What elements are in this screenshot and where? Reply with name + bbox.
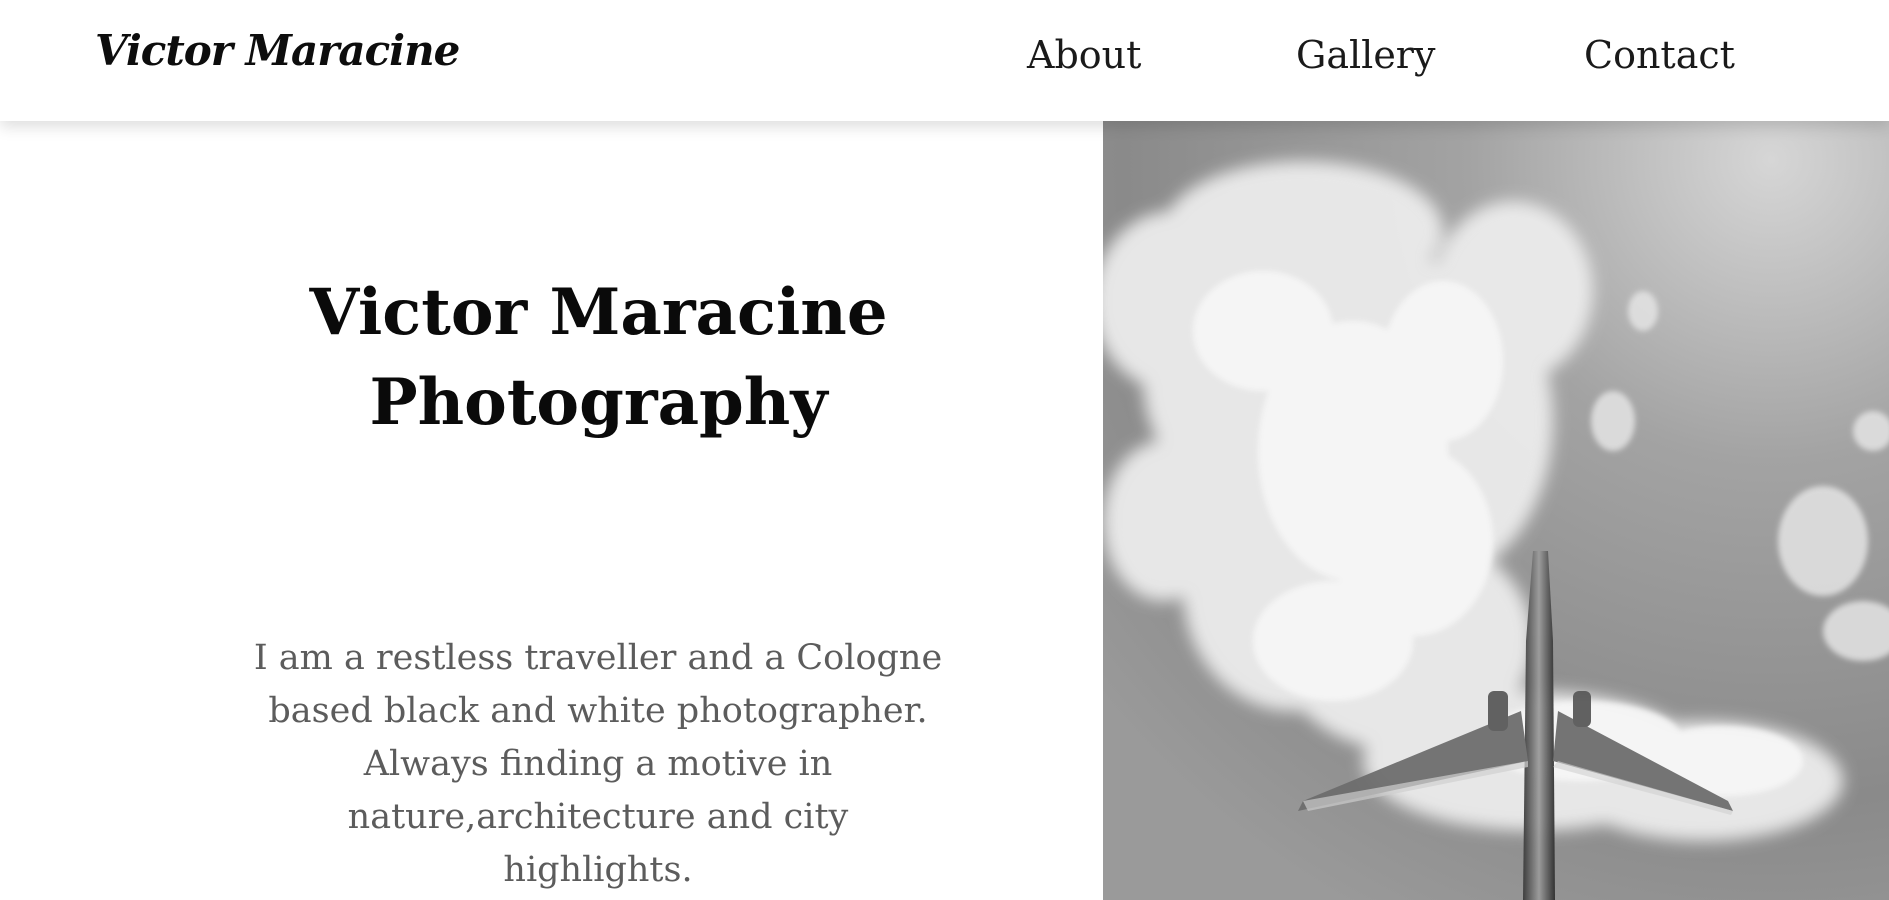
hero-title: Victor Maracine Photography [309,275,888,440]
hero-photo-airplane-clouds [1103,121,1889,900]
top-navbar: Victor Maracine About Gallery Contact [0,0,1889,121]
nav-link-contact[interactable]: Contact [1584,33,1735,77]
airplane-in-clouds-image [1103,121,1889,900]
nav-link-gallery[interactable]: Gallery [1296,33,1435,77]
hero-description: I am a restless traveller and a Cologne … [253,638,943,890]
nav-link-about[interactable]: About [1027,33,1141,77]
site-logo[interactable]: Victor Maracine [95,26,460,75]
